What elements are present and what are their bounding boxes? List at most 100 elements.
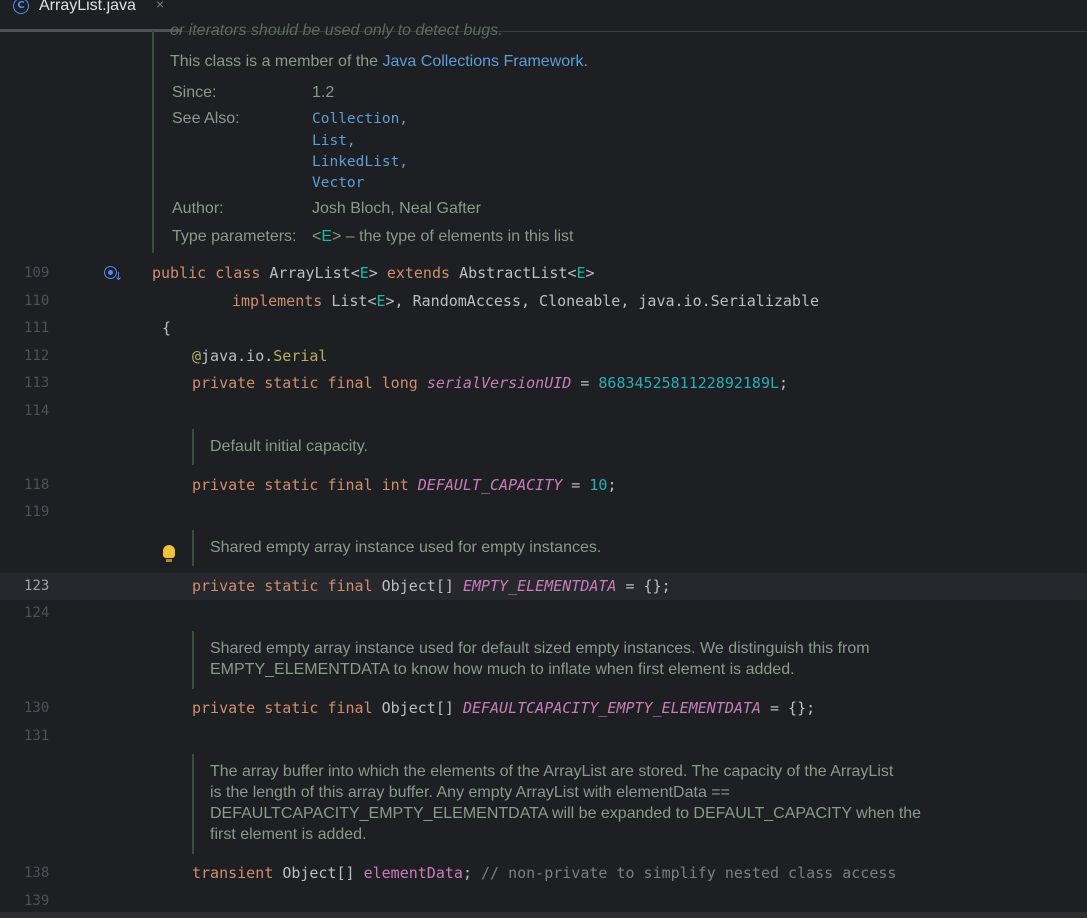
type-param: E	[359, 264, 369, 282]
angle-open: <	[350, 264, 360, 282]
tab-arraylist-java[interactable]: C ArrayList.java ×	[0, 0, 182, 32]
line-number: 131	[24, 728, 50, 744]
since-value: 1.2	[312, 84, 335, 101]
see-also-vector-link[interactable]: Vector	[312, 175, 364, 191]
doc-line: The array buffer into which the elements…	[210, 763, 894, 780]
class-name: ArrayList	[269, 264, 351, 282]
line-number: 118	[24, 477, 50, 493]
horizontal-scrollbar[interactable]	[0, 912, 1087, 918]
see-also-list-link[interactable]: List,	[312, 133, 356, 149]
angle-open: <	[367, 292, 377, 310]
line-number: 109	[24, 265, 50, 281]
line-number: 111	[24, 320, 50, 336]
code-line-110[interactable]: implements List<E>, RandomAccess, Clonea…	[232, 292, 819, 310]
field-defaultcapacity-empty-elementdata: DEFAULTCAPACITY_EMPTY_ELEMENTDATA	[462, 699, 761, 717]
arrow-down-icon: ↓	[114, 270, 124, 283]
kw-transient: transient	[192, 864, 274, 882]
line-number: 139	[24, 893, 50, 909]
type-params-e: E	[321, 228, 333, 245]
kw-public: public	[152, 264, 207, 282]
semicolon: ;	[462, 864, 472, 882]
iface-list: List	[331, 292, 368, 310]
type-param: E	[376, 292, 386, 310]
number-literal: 8683452581122892189L	[598, 374, 780, 392]
code-line-130[interactable]: private static final Object[] DEFAULTCAP…	[192, 699, 815, 717]
line-number: 110	[24, 293, 50, 309]
editor-tab-bar: C ArrayList.java ×	[0, 0, 1087, 32]
assign: =	[562, 476, 590, 494]
line-number: 114	[24, 403, 50, 419]
close-icon[interactable]: ×	[156, 0, 164, 12]
modifiers: private static final long	[192, 374, 418, 392]
line-number: 138	[24, 865, 50, 881]
semicolon: ;	[607, 476, 617, 494]
tab-label: ArrayList.java	[39, 0, 136, 14]
line-number: 113	[24, 375, 50, 391]
type-object-array: Object[]	[381, 699, 454, 717]
type-params-label: Type parameters:	[172, 228, 297, 245]
iface-rest: >, RandomAccess, Cloneable, java.io.Seri…	[385, 292, 820, 310]
doc-cut-text: or iterators should be used only to dete…	[170, 22, 503, 39]
modifiers: private static final	[192, 577, 373, 595]
author-label: Author:	[172, 200, 224, 217]
line-number: 124	[24, 605, 50, 621]
since-label: Since:	[172, 84, 217, 101]
type-object-array: Object[]	[381, 577, 454, 595]
type-param: E	[576, 264, 586, 282]
doc-empty-instances: Shared empty array instance used for emp…	[210, 539, 602, 556]
code-line-111[interactable]: {	[162, 319, 171, 337]
doc-array-buffer: The array buffer into which the elements…	[210, 761, 921, 845]
doc-member-prefix: This class is a member of the	[170, 53, 383, 70]
doc-bar	[192, 631, 194, 689]
doc-default-capacity: Default initial capacity.	[210, 438, 368, 455]
doc-bar	[152, 31, 154, 253]
code-line-113[interactable]: private static final long serialVersionU…	[192, 374, 788, 392]
assign: =	[571, 374, 599, 392]
doc-line: Shared empty array instance used for def…	[210, 640, 870, 657]
annotation-pkg: java.io.	[201, 347, 274, 365]
see-also-label: See Also:	[172, 110, 240, 127]
angle-close: >	[368, 264, 378, 282]
modifiers: private static final int	[192, 476, 409, 494]
modifiers: private static final	[192, 699, 373, 717]
code-line-109[interactable]: public class ArrayList<E> extends Abstra…	[152, 264, 595, 282]
author-value: Josh Bloch, Neal Gafter	[312, 200, 481, 217]
kw-implements: implements	[232, 292, 323, 310]
doc-member-suffix: .	[583, 53, 588, 70]
code-line-138[interactable]: transient Object[] elementData; // non-p…	[192, 864, 896, 882]
kw-class: class	[215, 264, 261, 282]
annotation-serial: Serial	[273, 347, 328, 365]
collections-framework-link[interactable]: Java Collections Framework	[383, 53, 584, 70]
doc-bar	[192, 429, 194, 465]
class-icon: C	[13, 0, 29, 14]
code-line-123[interactable]: private static final Object[] EMPTY_ELEM…	[192, 577, 671, 595]
initializer: = {};	[760, 699, 816, 717]
line-comment: // non-private to simplify nested class …	[481, 864, 897, 882]
code-line-112[interactable]: @java.io.Serial	[192, 347, 327, 365]
type-params-value: <E> – the type of elements in this list	[312, 228, 573, 246]
kw-extends: extends	[386, 264, 451, 282]
doc-member-line: This class is a member of the Java Colle…	[170, 53, 588, 71]
annotation-at: @	[192, 347, 202, 365]
line-number: 130	[24, 700, 50, 716]
line-number-current: 123	[24, 578, 50, 594]
super-class: AbstractList	[459, 264, 568, 282]
type-params-desc: > – the type of elements in this list	[332, 228, 574, 245]
initializer: = {};	[616, 577, 671, 595]
code-line-118[interactable]: private static final int DEFAULT_CAPACIT…	[192, 476, 616, 494]
semicolon: ;	[779, 374, 789, 392]
doc-line: first element is added.	[210, 826, 367, 843]
field-serialversionuid: serialVersionUID	[426, 374, 572, 392]
doc-line: EMPTY_ELEMENTDATA to know how much to in…	[210, 661, 795, 678]
field-elementdata: elementData	[363, 864, 463, 882]
doc-line: is the length of this array buffer. Any …	[210, 784, 730, 801]
lightbulb-icon[interactable]	[163, 545, 175, 562]
see-also-collection-link[interactable]: Collection,	[312, 111, 408, 127]
number-literal: 10	[589, 476, 608, 494]
doc-bar	[192, 754, 194, 854]
see-also-linkedlist-link[interactable]: LinkedList,	[312, 154, 408, 170]
doc-default-sized: Shared empty array instance used for def…	[210, 638, 870, 680]
doc-bar	[192, 530, 194, 566]
field-empty-elementdata: EMPTY_ELEMENTDATA	[462, 577, 617, 595]
line-number: 119	[24, 504, 50, 520]
